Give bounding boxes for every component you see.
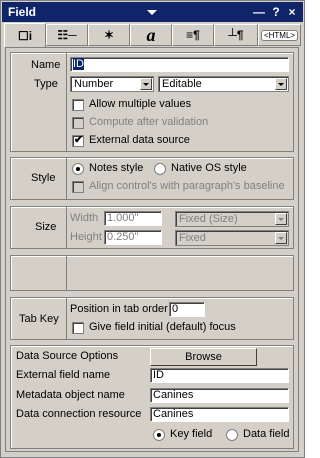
- external-data-source-label: External data source: [89, 134, 190, 146]
- checkmark-icon: ✔: [74, 134, 84, 146]
- section-divider: [66, 207, 67, 248]
- html-icon: <HTML>: [260, 29, 299, 41]
- radio-dot: [157, 433, 161, 437]
- style-section: Style Notes style Native OS style Align …: [10, 157, 294, 200]
- section-divider: [66, 158, 67, 199]
- metadata-value: Canines: [153, 389, 194, 401]
- chevron-down-icon[interactable]: [140, 78, 152, 90]
- chevron-down-icon[interactable]: [275, 213, 287, 225]
- notes-style-label: Notes style: [89, 162, 144, 174]
- data-source-section: Data Source Options Browse External fiel…: [10, 345, 294, 449]
- browse-button[interactable]: Browse: [150, 348, 257, 366]
- tab-basics[interactable]: ☐i: [4, 23, 46, 47]
- minimize-button[interactable]: —: [252, 5, 266, 19]
- name-input[interactable]: ID: [70, 57, 289, 72]
- radio-dot: [76, 167, 80, 171]
- external-field-label: External field name: [16, 369, 111, 381]
- tab-font[interactable]: a: [130, 24, 172, 46]
- mode-select[interactable]: Editable: [158, 76, 289, 92]
- tab-hide-when[interactable]: ✶: [88, 24, 130, 46]
- notes-style-radio[interactable]: [72, 163, 84, 175]
- tab-order-value: 0: [172, 303, 179, 315]
- external-field-value: ID: [153, 369, 164, 381]
- chevron-down-icon[interactable]: [275, 78, 287, 90]
- width-label: Width: [70, 212, 99, 224]
- align-baseline-label: Align control's with paragraph's baselin…: [89, 180, 285, 192]
- tab-order-input[interactable]: 0: [169, 302, 205, 317]
- key-field-radio[interactable]: [153, 429, 165, 441]
- external-data-source-checkbox[interactable]: ✔: [72, 134, 84, 147]
- width-mode-value: Fixed (Size): [179, 213, 238, 225]
- name-value: ID: [73, 58, 84, 70]
- height-input[interactable]: 0.250": [104, 230, 162, 245]
- tab-strip: ☐i ☷─ ✶ a ≡¶ ┴¶ <HTML>: [2, 23, 303, 47]
- close-button[interactable]: ×: [286, 5, 298, 19]
- field-properties-window: Field — ? × ☐i ☷─ ✶ a ≡¶ ┴¶ <HTML> Name …: [0, 0, 305, 458]
- mode-value: Editable: [162, 78, 202, 90]
- section-divider: [66, 298, 67, 339]
- height-mode-value: Fixed: [179, 232, 206, 244]
- initial-focus-label: Give field initial (default) focus: [89, 321, 236, 333]
- tab-paragraph[interactable]: ≡¶: [172, 24, 214, 46]
- key-field-label: Key field: [170, 428, 213, 440]
- allow-multiple-label: Allow multiple values: [89, 98, 192, 110]
- font-icon: a: [146, 24, 156, 45]
- compute-after-validation-checkbox[interactable]: [72, 117, 84, 129]
- connection-value: Canines: [153, 408, 194, 420]
- tab-key-label: Tab Key: [19, 313, 59, 325]
- external-field-input[interactable]: ID: [150, 368, 289, 383]
- height-value: 0.250": [107, 231, 139, 243]
- width-value: 1.000": [107, 212, 139, 224]
- metadata-label: Metadata object name: [16, 389, 125, 401]
- tab-key-section: Tab Key Position in tab order 0 Give fie…: [10, 297, 294, 340]
- type-label: Type: [34, 78, 58, 90]
- tab-html[interactable]: <HTML>: [258, 24, 301, 46]
- data-source-label: Data Source Options: [16, 350, 119, 362]
- style-label: Style: [31, 172, 56, 184]
- chevron-down-icon[interactable]: [275, 232, 287, 244]
- section-divider: [66, 256, 67, 290]
- align-baseline-checkbox[interactable]: [72, 181, 84, 193]
- tab-paragraph-hide[interactable]: ┴¶: [214, 24, 258, 46]
- help-button[interactable]: ?: [270, 5, 282, 19]
- height-mode-select[interactable]: Fixed: [175, 230, 289, 246]
- empty-section: [10, 255, 294, 291]
- window-title: Field: [8, 5, 37, 19]
- paragraph-alignment-icon: ≡¶: [186, 28, 200, 42]
- control-options-icon: ☷─: [57, 28, 77, 42]
- native-os-style-label: Native OS style: [171, 162, 247, 174]
- type-select[interactable]: Number: [70, 76, 154, 92]
- size-label: Size: [35, 221, 57, 233]
- size-section: Size Width 1.000" Fixed (Size) Height 0.…: [10, 206, 294, 249]
- properties-panel: Name ID Type Number Editable Allow multi…: [5, 47, 299, 452]
- title-menu-arrow-icon[interactable]: [147, 10, 157, 15]
- tab-order-label: Position in tab order: [70, 303, 168, 315]
- data-field-label: Data field: [243, 428, 290, 440]
- allow-multiple-checkbox[interactable]: [72, 99, 84, 111]
- hide-when-icon: ✶: [103, 28, 115, 42]
- width-input[interactable]: 1.000": [104, 211, 162, 226]
- native-os-style-radio[interactable]: [154, 163, 166, 175]
- connection-input[interactable]: Canines: [150, 407, 289, 422]
- width-mode-select[interactable]: Fixed (Size): [175, 211, 289, 227]
- title-bar[interactable]: Field — ? ×: [2, 2, 303, 22]
- data-field-radio[interactable]: [226, 429, 238, 441]
- name-label: Name: [31, 59, 61, 71]
- paragraph-hide-icon: ┴¶: [228, 28, 244, 42]
- height-label: Height: [70, 231, 102, 243]
- compute-after-validation-label: Compute after validation: [89, 116, 209, 128]
- basics-section: Name ID Type Number Editable Allow multi…: [10, 52, 294, 152]
- tab-control[interactable]: ☷─: [46, 24, 88, 46]
- type-value: Number: [74, 78, 114, 90]
- field-info-icon: ☐i: [17, 28, 33, 43]
- initial-focus-checkbox[interactable]: [72, 322, 84, 334]
- metadata-input[interactable]: Canines: [150, 388, 289, 403]
- section-divider: [66, 53, 67, 151]
- connection-label: Data connection resource: [16, 408, 142, 420]
